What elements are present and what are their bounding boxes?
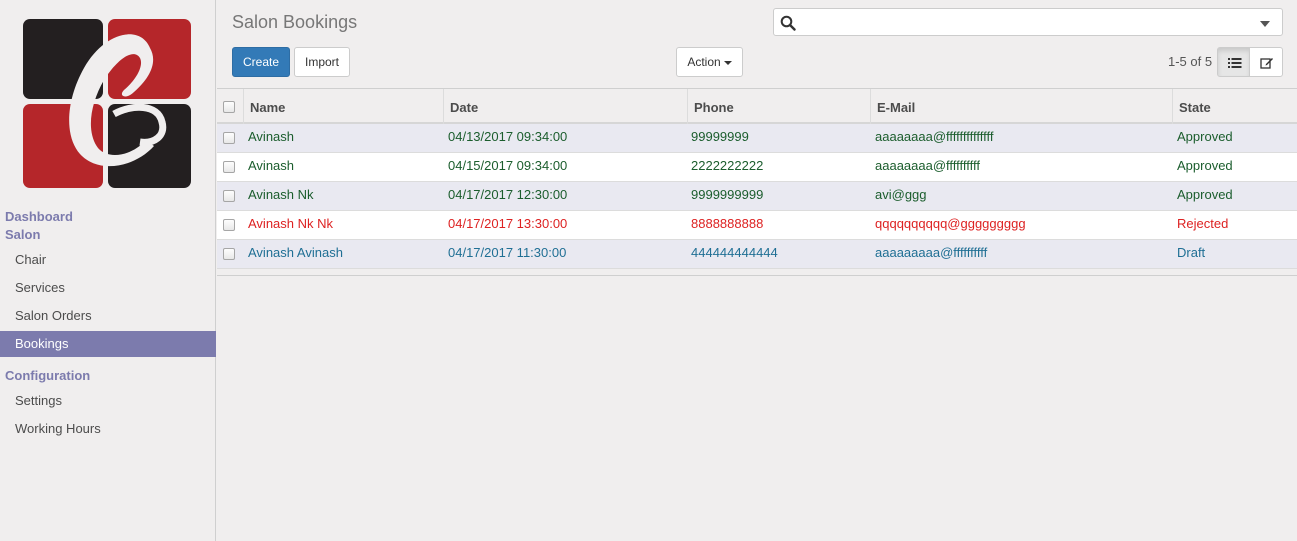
menu-section-salon[interactable]: Salon bbox=[5, 227, 40, 242]
row-checkbox[interactable] bbox=[223, 219, 235, 231]
bookings-table: Name Date Phone E-Mail State Avinash 04/… bbox=[217, 88, 1297, 276]
cell-date: 04/17/2017 11:30:00 bbox=[448, 245, 567, 260]
import-button[interactable]: Import bbox=[294, 47, 350, 77]
cell-name: Avinash Nk bbox=[248, 187, 314, 202]
cell-phone: 444444444444 bbox=[691, 245, 778, 260]
column-header-phone[interactable]: Phone bbox=[687, 89, 870, 124]
cell-state: Approved bbox=[1177, 129, 1233, 144]
row-checkbox[interactable] bbox=[223, 190, 235, 202]
form-view-icon bbox=[1260, 58, 1273, 69]
search-icon bbox=[780, 15, 796, 34]
cell-state: Rejected bbox=[1177, 216, 1229, 231]
cell-email: avi@ggg bbox=[875, 187, 927, 202]
company-logo[interactable] bbox=[22, 18, 192, 190]
sidebar-item-bookings[interactable]: Bookings bbox=[0, 331, 216, 357]
sidebar-item-salon-orders[interactable]: Salon Orders bbox=[0, 303, 216, 329]
column-header-name[interactable]: Name bbox=[243, 89, 443, 124]
chevron-down-icon bbox=[723, 60, 732, 65]
page-title: Salon Bookings bbox=[232, 12, 358, 32]
cell-date: 04/17/2017 13:30:00 bbox=[448, 216, 568, 231]
cell-name: Avinash Avinash bbox=[248, 245, 343, 260]
table-footer bbox=[217, 269, 1297, 276]
cell-state: Approved bbox=[1177, 158, 1233, 173]
sidebar-item-chair[interactable]: Chair bbox=[0, 247, 216, 273]
menu-section-configuration[interactable]: Configuration bbox=[5, 368, 90, 383]
cell-name: Avinash bbox=[248, 158, 295, 173]
cell-date: 04/13/2017 09:34:00 bbox=[448, 129, 568, 144]
sidebar-item-services[interactable]: Services bbox=[0, 275, 216, 301]
cell-date: 04/17/2017 12:30:00 bbox=[448, 187, 568, 202]
search-bar[interactable] bbox=[773, 8, 1283, 36]
table-header: Name Date Phone E-Mail State bbox=[217, 89, 1297, 124]
menu-section-dashboard[interactable]: Dashboard bbox=[5, 209, 73, 224]
search-input[interactable] bbox=[800, 12, 1250, 32]
select-all-checkbox[interactable] bbox=[223, 101, 235, 113]
table-row[interactable]: Avinash Nk 04/17/2017 12:30:00 999999999… bbox=[217, 182, 1297, 211]
list-view-icon bbox=[1228, 58, 1242, 68]
logo-icon bbox=[23, 19, 191, 188]
table-row[interactable]: Avinash Nk Nk 04/17/2017 13:30:00 888888… bbox=[217, 211, 1297, 240]
cell-name: Avinash Nk Nk bbox=[248, 216, 334, 231]
cell-phone: 2222222222 bbox=[691, 158, 764, 173]
cell-email: qqqqqqqqqq@ggggggggg bbox=[875, 216, 1026, 231]
search-options-chevron-down-icon[interactable] bbox=[1260, 21, 1270, 27]
action-button-label: Action bbox=[687, 55, 721, 69]
row-checkbox[interactable] bbox=[223, 132, 235, 144]
cell-name: Avinash bbox=[248, 129, 295, 144]
list-view-button[interactable] bbox=[1217, 47, 1251, 77]
action-dropdown-button[interactable]: Action bbox=[676, 47, 743, 77]
cell-phone: 9999999999 bbox=[691, 187, 764, 202]
create-button[interactable]: Create bbox=[232, 47, 290, 77]
cell-state: Approved bbox=[1177, 187, 1233, 202]
select-all-cell bbox=[217, 89, 243, 124]
cell-date: 04/15/2017 09:34:00 bbox=[448, 158, 568, 173]
form-view-button[interactable] bbox=[1249, 47, 1283, 77]
row-checkbox[interactable] bbox=[223, 161, 235, 173]
cell-email: aaaaaaaa@ffffffffff bbox=[875, 158, 981, 173]
sidebar-item-settings[interactable]: Settings bbox=[0, 388, 216, 414]
column-header-state[interactable]: State bbox=[1172, 89, 1297, 124]
pager-value[interactable]: 1-5 of 5 bbox=[1168, 54, 1212, 69]
cell-state: Draft bbox=[1177, 245, 1206, 260]
table-row[interactable]: Avinash 04/15/2017 09:34:00 2222222222 a… bbox=[217, 153, 1297, 182]
cell-email: aaaaaaaa@ffffffffffffff bbox=[875, 129, 994, 144]
column-header-date[interactable]: Date bbox=[443, 89, 687, 124]
cell-phone: 8888888888 bbox=[691, 216, 764, 231]
sidebar: Dashboard Salon Chair Services Salon Ord… bbox=[0, 0, 216, 541]
table-row[interactable]: Avinash Avinash 04/17/2017 11:30:00 4444… bbox=[217, 240, 1297, 269]
main-content: Salon Bookings Create Import Action 1-5 … bbox=[217, 0, 1297, 541]
sidebar-item-working-hours[interactable]: Working Hours bbox=[0, 416, 216, 442]
cell-phone: 99999999 bbox=[691, 129, 749, 144]
row-checkbox[interactable] bbox=[223, 248, 235, 260]
cell-email: aaaaaaaaa@ffffffffff bbox=[875, 245, 988, 260]
table-row[interactable]: Avinash 04/13/2017 09:34:00 99999999 aaa… bbox=[217, 124, 1297, 153]
column-header-email[interactable]: E-Mail bbox=[870, 89, 1172, 124]
